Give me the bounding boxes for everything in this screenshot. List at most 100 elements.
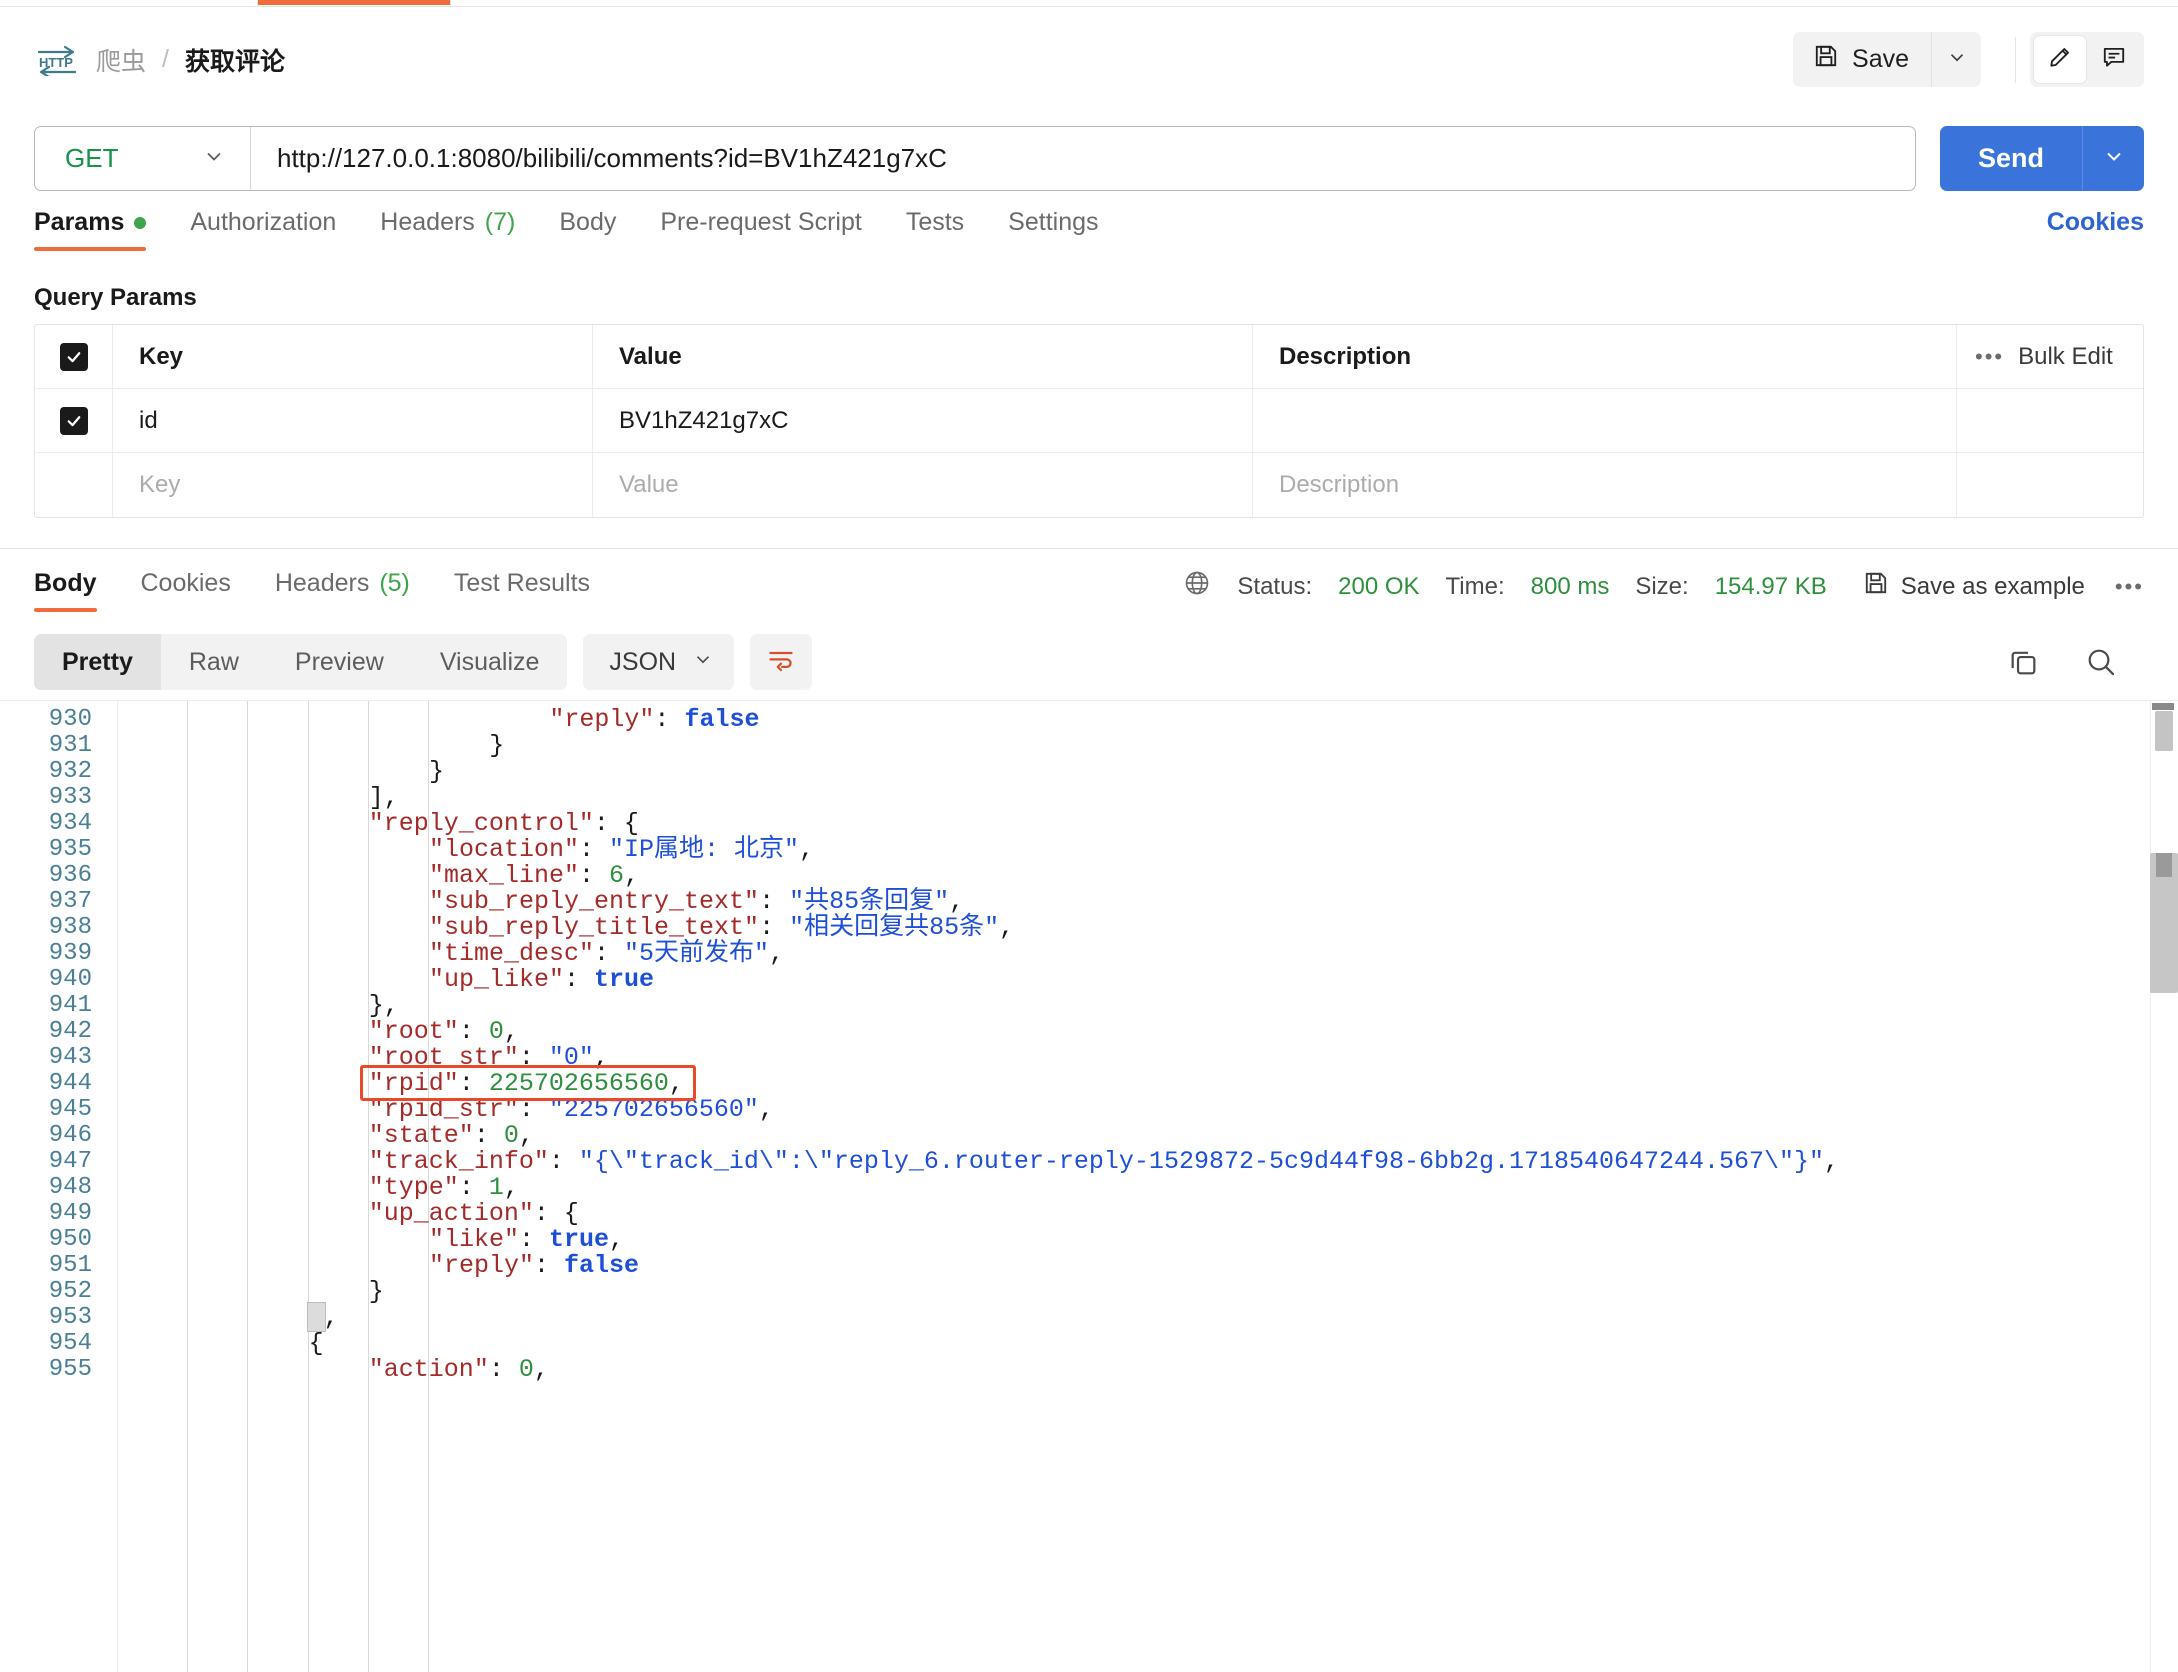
placeholder-value-cell[interactable]: Value: [593, 453, 1253, 517]
comments-button[interactable]: [2088, 36, 2140, 83]
code-line-text: }: [429, 757, 445, 786]
breadcrumb-parent[interactable]: 爬虫: [96, 42, 146, 78]
code-line: 938 "sub_reply_title_text": "相关回复共85条",: [0, 915, 2178, 941]
code-line: 942 "root": 0,: [0, 1019, 2178, 1045]
tab-headers[interactable]: Headers (7): [380, 204, 515, 237]
line-number: 948: [48, 1174, 92, 1201]
breadcrumb-separator: /: [162, 45, 169, 73]
view-mode-pretty[interactable]: Pretty: [34, 634, 161, 690]
line-number: 943: [48, 1044, 92, 1071]
placeholder-description-label: Description: [1279, 471, 1400, 498]
method-selector[interactable]: GET: [35, 127, 250, 190]
response-body-code[interactable]: 930 "reply": false 931} 932} 933], 934 "reply_…: [0, 700, 2178, 1672]
status-value: 200 OK: [1338, 572, 1420, 600]
ellipsis-icon[interactable]: •••: [1975, 344, 2004, 370]
tab-tests[interactable]: Tests: [906, 204, 964, 237]
tab-pre-request-script[interactable]: Pre-request Script: [660, 204, 861, 237]
size-value: 154.97 KB: [1714, 572, 1827, 600]
cookies-link[interactable]: Cookies: [2047, 204, 2144, 237]
code-line: 939 "time_desc": "5天前发布",: [0, 941, 2178, 967]
code-line: 945 "rpid_str": "225702656560",: [0, 1097, 2178, 1123]
time-value: 800 ms: [1530, 572, 1610, 600]
line-number: 934: [48, 810, 92, 837]
url-row: GET http://127.0.0.1:8080/bilibili/comme…: [0, 112, 2178, 204]
comment-icon: [2101, 44, 2127, 75]
response-tab-test-results[interactable]: Test Results: [454, 565, 590, 598]
select-all-checkbox[interactable]: [59, 342, 88, 371]
line-number: 937: [48, 888, 92, 915]
code-line: 930 "reply": false: [0, 707, 2178, 733]
view-mode-raw[interactable]: Raw: [161, 634, 267, 690]
scrollbar-marker: [2152, 703, 2174, 710]
line-number: 949: [48, 1200, 92, 1227]
code-line-text: "root_str": "0",: [368, 1043, 609, 1072]
wrap-lines-button[interactable]: [750, 634, 813, 690]
save-button-group: Save: [1793, 32, 1981, 87]
placeholder-description-cell[interactable]: Description: [1253, 453, 1957, 517]
code-line-text: "state": 0,: [368, 1121, 534, 1150]
row-key-cell[interactable]: id: [113, 389, 593, 452]
header-icon-group: [2030, 32, 2144, 87]
view-mode-preview[interactable]: Preview: [267, 634, 412, 690]
format-selector[interactable]: JSON: [583, 634, 735, 690]
save-options-caret[interactable]: [1931, 32, 1981, 87]
response-tab-body[interactable]: Body: [34, 565, 97, 612]
page-title: 获取评论: [184, 47, 285, 76]
tab-params[interactable]: Params: [34, 204, 147, 251]
send-options-caret[interactable]: [2082, 125, 2144, 191]
line-number: 930: [48, 706, 92, 733]
placeholder-key-cell[interactable]: Key: [113, 453, 593, 517]
response-tab-headers[interactable]: Headers (5): [275, 565, 410, 598]
code-line: 951 "reply": false: [0, 1253, 2178, 1279]
tab-settings[interactable]: Settings: [1008, 204, 1098, 237]
row-checkbox[interactable]: [59, 406, 88, 435]
code-line: 932}: [0, 759, 2178, 785]
line-number: 947: [48, 1148, 92, 1175]
response-tabs: Body Cookies Headers (5) Test Results: [34, 549, 634, 624]
response-tab-cookies[interactable]: Cookies: [141, 565, 231, 598]
edit-request-button[interactable]: [2034, 36, 2086, 83]
row-value-cell[interactable]: BV1hZ421g7xC: [593, 389, 1253, 452]
send-button[interactable]: Send: [1940, 126, 2082, 191]
code-line-text: },: [308, 1303, 339, 1332]
code-line-text: "reply": false: [549, 705, 760, 734]
search-icon[interactable]: [2084, 645, 2118, 679]
ellipsis-icon[interactable]: •••: [2115, 574, 2144, 600]
code-line: 948 "type": 1,: [0, 1175, 2178, 1201]
code-line: 947 "track_info": "{\"track_id\":\"reply_…: [0, 1149, 2178, 1175]
save-button[interactable]: Save: [1793, 32, 1931, 87]
placeholder-key-label: Key: [139, 471, 181, 498]
save-as-example-button[interactable]: Save as example: [1863, 570, 2085, 603]
globe-icon: [1183, 569, 1211, 604]
params-modified-dot: [134, 216, 147, 229]
bulk-edit-button[interactable]: Bulk Edit: [2018, 343, 2113, 371]
tab-params-label: Params: [34, 208, 125, 236]
chevron-down-icon: [2102, 144, 2126, 173]
pencil-icon: [2047, 44, 2073, 75]
column-header-description-label: Description: [1279, 342, 1412, 370]
scrollbar-thumb[interactable]: [2155, 711, 2173, 751]
method-label: GET: [65, 142, 119, 173]
code-vertical-scrollbar[interactable]: [2150, 701, 2178, 1672]
row-description-cell[interactable]: [1253, 389, 1957, 452]
tab-pre-request-script-label: Pre-request Script: [660, 208, 862, 236]
query-params-table: Key Value Description ••• Bulk Edit id B…: [34, 324, 2144, 518]
active-tab-indicator: [258, 0, 450, 5]
tab-body[interactable]: Body: [559, 204, 616, 237]
line-number: 933: [48, 784, 92, 811]
code-line: 933],: [0, 785, 2178, 811]
response-toolbar-actions: [2006, 645, 2144, 679]
placeholder-value-label: Value: [619, 471, 679, 498]
url-bar: GET http://127.0.0.1:8080/bilibili/comme…: [34, 125, 1916, 191]
table-placeholder-row: Key Value Description: [35, 453, 2143, 517]
tab-authorization[interactable]: Authorization: [190, 204, 336, 237]
code-lines[interactable]: 930 "reply": false 931} 932} 933], 934 "reply_…: [0, 701, 2178, 1672]
breadcrumb: HTTP 爬虫 / 获取评论: [34, 42, 285, 78]
code-line-text: "reply_control": {: [368, 809, 639, 838]
view-mode-visualize[interactable]: Visualize: [412, 634, 568, 690]
url-input[interactable]: http://127.0.0.1:8080/bilibili/comments?…: [251, 143, 1915, 174]
copy-icon[interactable]: [2006, 645, 2040, 679]
code-line-text: },: [368, 991, 399, 1020]
save-as-example-label: Save as example: [1900, 572, 2085, 600]
time-label: Time:: [1445, 572, 1505, 600]
